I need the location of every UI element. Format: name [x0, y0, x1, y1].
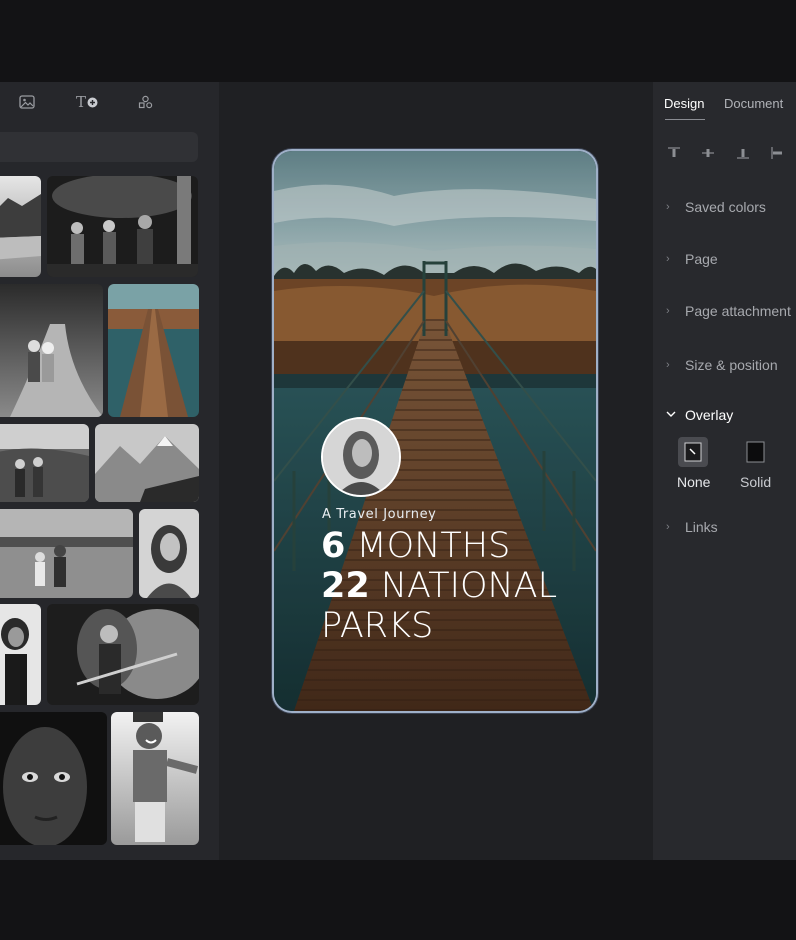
media-search-input[interactable] [0, 132, 198, 162]
profile-avatar[interactable] [321, 417, 401, 497]
chevron-down-icon [666, 409, 676, 421]
no-overlay-icon [684, 442, 702, 462]
section-page-attachment[interactable]: › Page attachment [666, 303, 791, 319]
gallery-thumb-family-field[interactable] [0, 509, 133, 598]
overlay-none-button[interactable] [678, 437, 708, 467]
section-saved-colors[interactable]: › Saved colors [666, 199, 766, 215]
months-text: MONTHS [345, 526, 511, 566]
story-line-months[interactable]: 6 MONTHS [321, 526, 510, 566]
section-links[interactable]: › Links [666, 519, 718, 535]
design-canvas: A Travel Journey 6 MONTHS 22 NATIONAL PA… [219, 82, 653, 860]
woman-portrait-image [323, 419, 399, 495]
chevron-right-icon: › [666, 305, 670, 317]
section-label: Overlay [685, 407, 734, 423]
gallery-thumb-smiling-boy[interactable] [111, 712, 199, 845]
align-middle-icon[interactable] [701, 146, 715, 160]
gallery-thumb-band-on-stage[interactable] [47, 176, 198, 277]
tab-design[interactable]: Design [664, 96, 704, 111]
section-size-position[interactable]: › Size & position [666, 357, 778, 373]
media-toolbar: T [0, 82, 219, 122]
chevron-right-icon: › [666, 201, 670, 213]
story-line-parks[interactable]: PARKS [321, 606, 433, 646]
tab-document[interactable]: Document [724, 96, 783, 111]
gallery-thumb-face-closeup[interactable] [0, 712, 107, 845]
align-top-icon[interactable] [667, 146, 681, 160]
gallery-thumb-rocky-landscape[interactable] [0, 176, 41, 277]
gallery-thumb-wooden-bridge[interactable] [108, 284, 199, 417]
solid-overlay-icon [746, 441, 765, 463]
section-overlay[interactable]: Overlay [666, 407, 733, 423]
section-label: Size & position [685, 357, 778, 373]
chevron-right-icon: › [666, 359, 670, 371]
gallery-thumb-woman-portrait[interactable] [139, 509, 199, 598]
months-number: 6 [321, 526, 346, 566]
national-text: NATIONAL [369, 566, 558, 606]
gallery-thumb-guitarist[interactable] [47, 604, 199, 705]
gallery-thumb-snowy-mountains[interactable] [95, 424, 199, 502]
story-kicker[interactable]: A Travel Journey [322, 507, 436, 522]
section-label: Saved colors [685, 199, 766, 215]
story-page[interactable]: A Travel Journey 6 MONTHS 22 NATIONAL PA… [274, 151, 596, 711]
story-line-parks-count[interactable]: 22 NATIONAL [321, 566, 557, 606]
plus-icon [87, 97, 98, 107]
chevron-right-icon: › [666, 253, 670, 265]
editor-app: T A Travel Journey 6 MONTHS 22 NATIONAL … [0, 82, 796, 860]
design-panel: Design Document › Saved colors › Page › Pag… [653, 82, 796, 860]
parks-number: 22 [321, 566, 370, 606]
overlay-none-label: None [677, 474, 711, 490]
section-page[interactable]: › Page [666, 251, 718, 267]
align-bottom-icon[interactable] [736, 146, 750, 160]
overlay-solid-label: Solid [740, 474, 772, 490]
active-tab-indicator [665, 119, 705, 120]
text-add-icon[interactable]: T [73, 93, 101, 111]
chevron-right-icon: › [666, 521, 670, 533]
section-label: Links [685, 519, 718, 535]
overlay-solid-button[interactable] [741, 437, 771, 467]
gallery-thumb-woman-dancing[interactable] [0, 604, 41, 705]
section-label: Page attachment [685, 303, 791, 319]
section-label: Page [685, 251, 718, 267]
text-glyph: T [75, 93, 86, 111]
align-left-icon[interactable] [770, 146, 784, 160]
shapes-icon[interactable] [135, 93, 155, 111]
image-icon[interactable] [17, 93, 37, 111]
gallery-thumb-children-walking[interactable] [0, 284, 103, 417]
gallery-thumb-hikers[interactable] [0, 424, 89, 502]
media-panel: T [0, 82, 219, 860]
